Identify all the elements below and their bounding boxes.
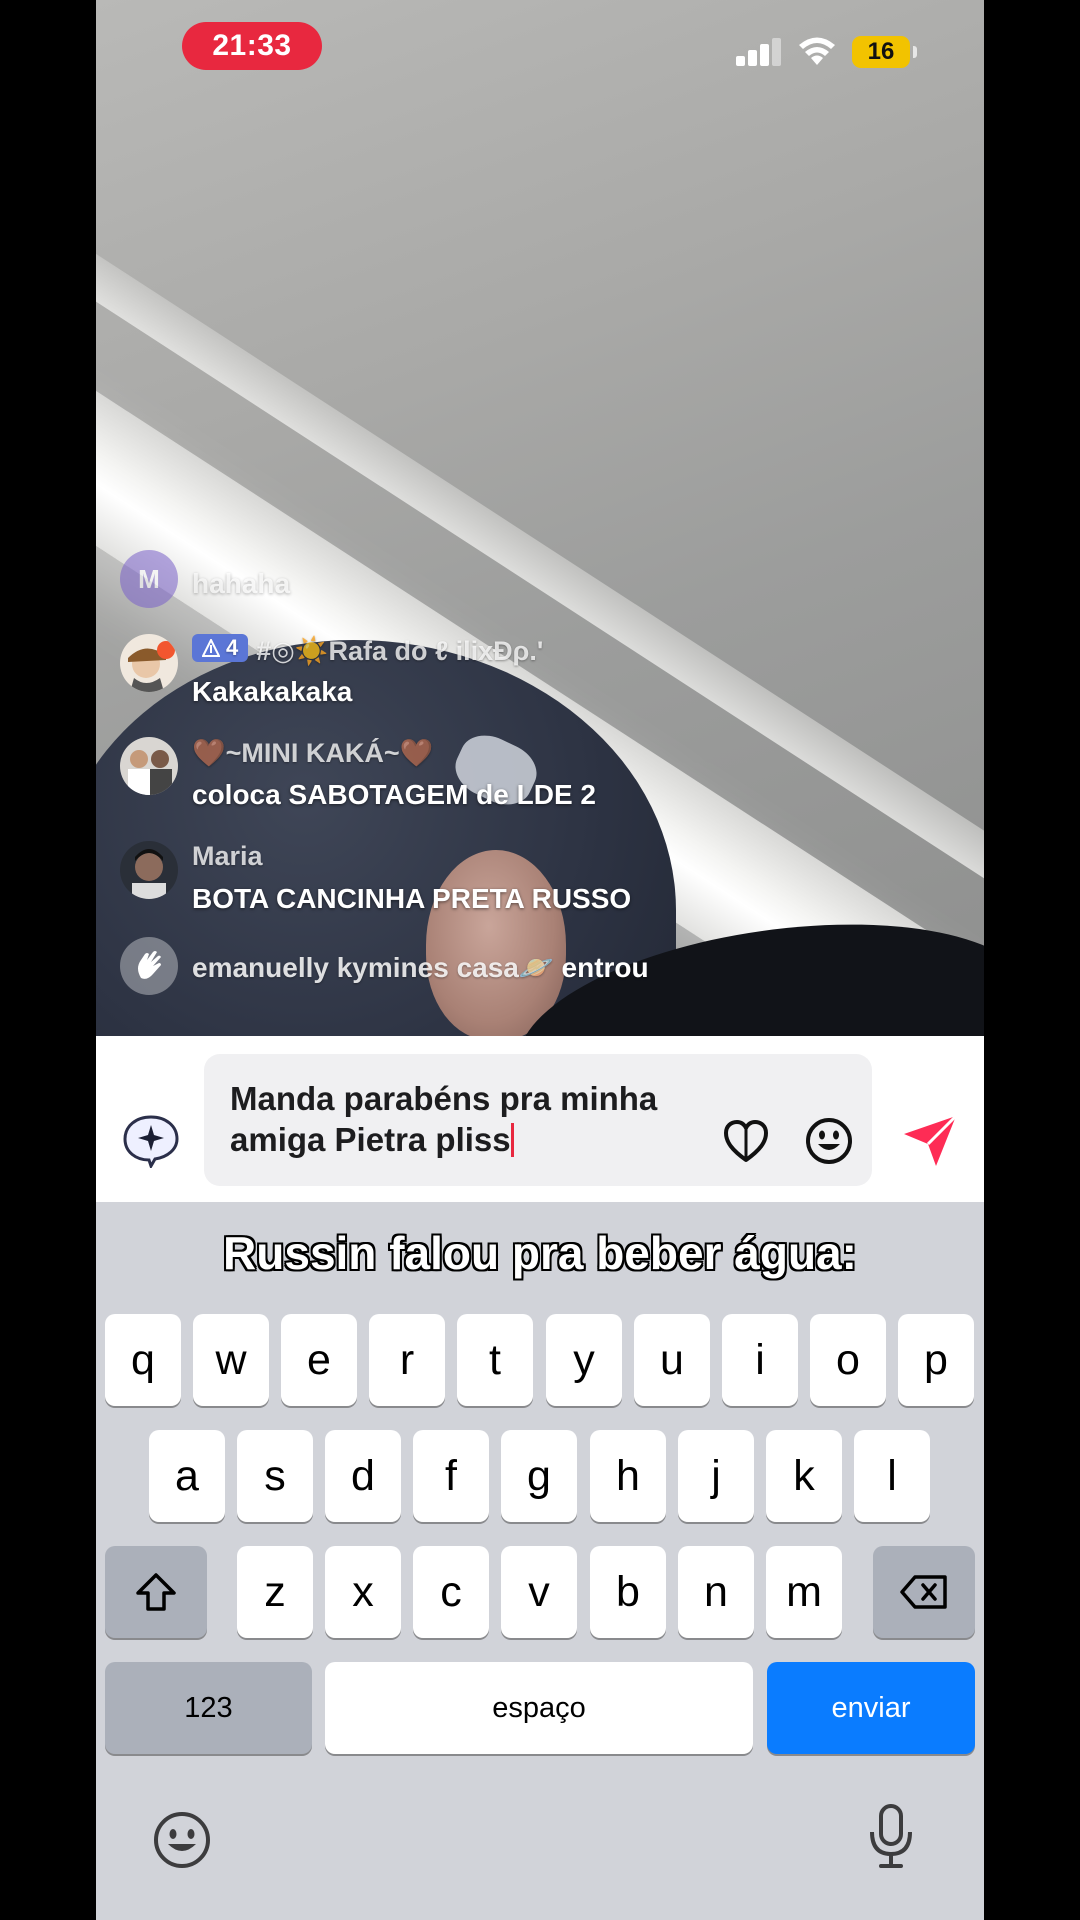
comment-text: BOTA CANCINHA PRETA RUSSO <box>192 883 632 914</box>
key-k[interactable]: k <box>766 1430 842 1522</box>
cellular-signal-icon <box>736 38 782 66</box>
avatar[interactable]: M <box>120 550 178 608</box>
key-m[interactable]: m <box>766 1546 842 1638</box>
key-i[interactable]: i <box>722 1314 798 1406</box>
key-j[interactable]: j <box>678 1430 754 1522</box>
space-key[interactable]: espaço <box>325 1662 753 1754</box>
comment-input-text[interactable]: Manda parabéns pra minha amiga Pietra pl… <box>230 1078 690 1160</box>
avatar-initial: M <box>138 563 160 594</box>
key-c[interactable]: c <box>413 1546 489 1638</box>
comment-text: coloca SABOTAGEM de LDE 2 <box>192 779 596 810</box>
key-f[interactable]: f <box>413 1430 489 1522</box>
person-ear <box>426 850 566 1036</box>
avatar[interactable] <box>120 737 178 795</box>
key-e[interactable]: e <box>281 1314 357 1406</box>
backspace-icon <box>900 1575 947 1609</box>
heart-icon[interactable] <box>722 1118 770 1164</box>
comment-input-value: Manda parabéns pra minha amiga Pietra pl… <box>230 1080 658 1158</box>
key-x[interactable]: x <box>325 1546 401 1638</box>
live-video[interactable]: M hahaha 4 #◎☀️Rafa do ℓ ilixÐρ.' Kakaka… <box>96 0 984 1036</box>
key-n[interactable]: n <box>678 1546 754 1638</box>
wifi-icon <box>799 37 835 65</box>
keyboard: Russin falou pra beber água: q w e r t y… <box>96 1202 984 1920</box>
send-icon[interactable] <box>900 1112 960 1168</box>
text-caret <box>510 1123 514 1157</box>
comment-username[interactable]: 4 #◎☀️Rafa do ℓ ilixÐρ.' <box>192 634 543 667</box>
join-text: emanuelly kymines casa🪐 entrou <box>192 951 649 984</box>
key-d[interactable]: d <box>325 1430 401 1522</box>
avatar[interactable] <box>120 634 178 692</box>
key-t[interactable]: t <box>457 1314 533 1406</box>
key-q[interactable]: q <box>105 1314 181 1406</box>
clock[interactable]: 21:33 <box>182 22 322 70</box>
emoji-keyboard-icon[interactable] <box>152 1810 212 1870</box>
avatar[interactable] <box>120 841 178 899</box>
microphone-icon[interactable] <box>866 1802 916 1870</box>
triangle-badge-icon <box>202 639 220 657</box>
key-g[interactable]: g <box>501 1430 577 1522</box>
level-badge: 4 <box>192 634 249 662</box>
emoji-icon[interactable] <box>804 1116 854 1166</box>
comment-text: Kakakakaka <box>192 676 353 707</box>
key-r[interactable]: r <box>369 1314 445 1406</box>
key-o[interactable]: o <box>810 1314 886 1406</box>
comment-username[interactable]: Maria <box>192 841 263 872</box>
comment-input-field[interactable]: Manda parabéns pra minha amiga Pietra pl… <box>204 1054 872 1186</box>
comment-username[interactable]: 🤎~MINI KAKÁ~🤎 <box>192 737 433 769</box>
key-p[interactable]: p <box>898 1314 974 1406</box>
key-b[interactable]: b <box>590 1546 666 1638</box>
key-h[interactable]: h <box>590 1430 666 1522</box>
key-s[interactable]: s <box>237 1430 313 1522</box>
video-caption-overlay: Russin falou pra beber água: <box>223 1227 857 1279</box>
shift-key[interactable] <box>105 1546 207 1638</box>
joined-label: entrou <box>561 952 649 983</box>
key-a[interactable]: a <box>149 1430 225 1522</box>
backspace-key[interactable] <box>873 1546 975 1638</box>
wave-icon <box>120 937 178 995</box>
username-text: #◎☀️Rafa do ℓ ilixÐρ.' <box>256 636 544 666</box>
ai-sparkle-icon[interactable] <box>122 1114 180 1168</box>
status-bar: 21:33 16 <box>96 0 984 95</box>
comment-text: hahaha <box>192 568 291 599</box>
level-number: 4 <box>226 635 239 660</box>
comment-input-bar: Manda parabéns pra minha amiga Pietra pl… <box>96 1036 984 1202</box>
key-u[interactable]: u <box>634 1314 710 1406</box>
phone-screen: M hahaha 4 #◎☀️Rafa do ℓ ilixÐρ.' Kakaka… <box>96 0 984 1920</box>
key-w[interactable]: w <box>193 1314 269 1406</box>
send-key[interactable]: enviar <box>767 1662 975 1754</box>
joined-username[interactable]: emanuelly kymines casa🪐 <box>192 952 554 983</box>
numbers-key[interactable]: 123 <box>105 1662 312 1754</box>
key-v[interactable]: v <box>501 1546 577 1638</box>
key-l[interactable]: l <box>854 1430 930 1522</box>
battery-indicator: 16 <box>852 36 917 68</box>
shift-icon <box>136 1573 176 1611</box>
key-y[interactable]: y <box>546 1314 622 1406</box>
key-z[interactable]: z <box>237 1546 313 1638</box>
